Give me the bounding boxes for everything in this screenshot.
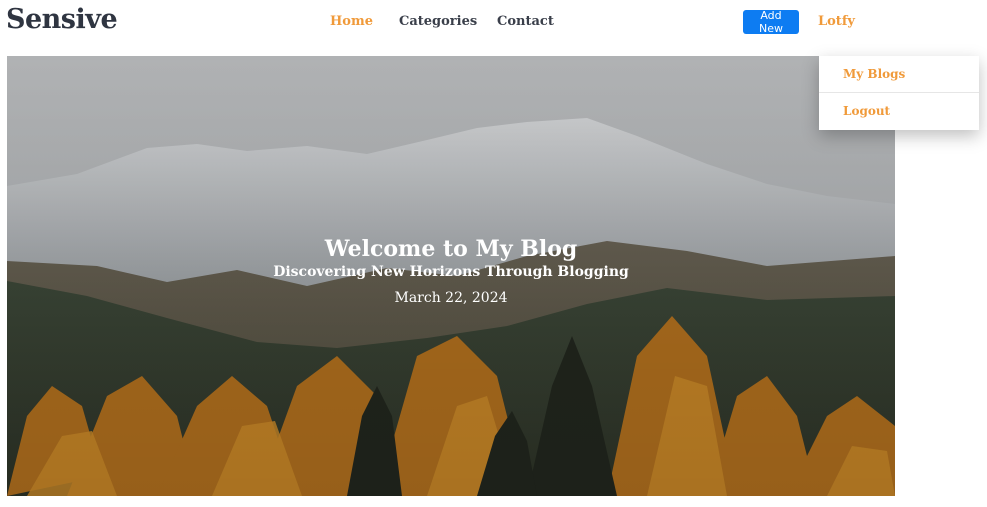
hero-banner: Welcome to My Blog Discovering New Horiz… [7,56,895,496]
dropdown-item-logout[interactable]: Logout [843,104,890,118]
nav-contact-link[interactable]: Contact [497,14,554,29]
hero-subtitle: Discovering New Horizons Through Bloggin… [273,264,629,280]
dropdown-item-my-blogs[interactable]: My Blogs [843,67,905,81]
hero-title: Welcome to My Blog [324,236,578,262]
hero-date: March 22, 2024 [394,290,508,306]
nav-categories-link[interactable]: Categories [399,14,477,29]
add-new-button[interactable]: Add New [743,9,799,35]
user-dropdown-menu: My Blogs Logout [819,56,979,130]
site-logo[interactable]: Sensive [6,4,118,35]
nav-home-link[interactable]: Home [330,14,373,29]
user-menu-toggle[interactable]: Lotfy [818,14,855,29]
dropdown-divider [819,92,979,93]
